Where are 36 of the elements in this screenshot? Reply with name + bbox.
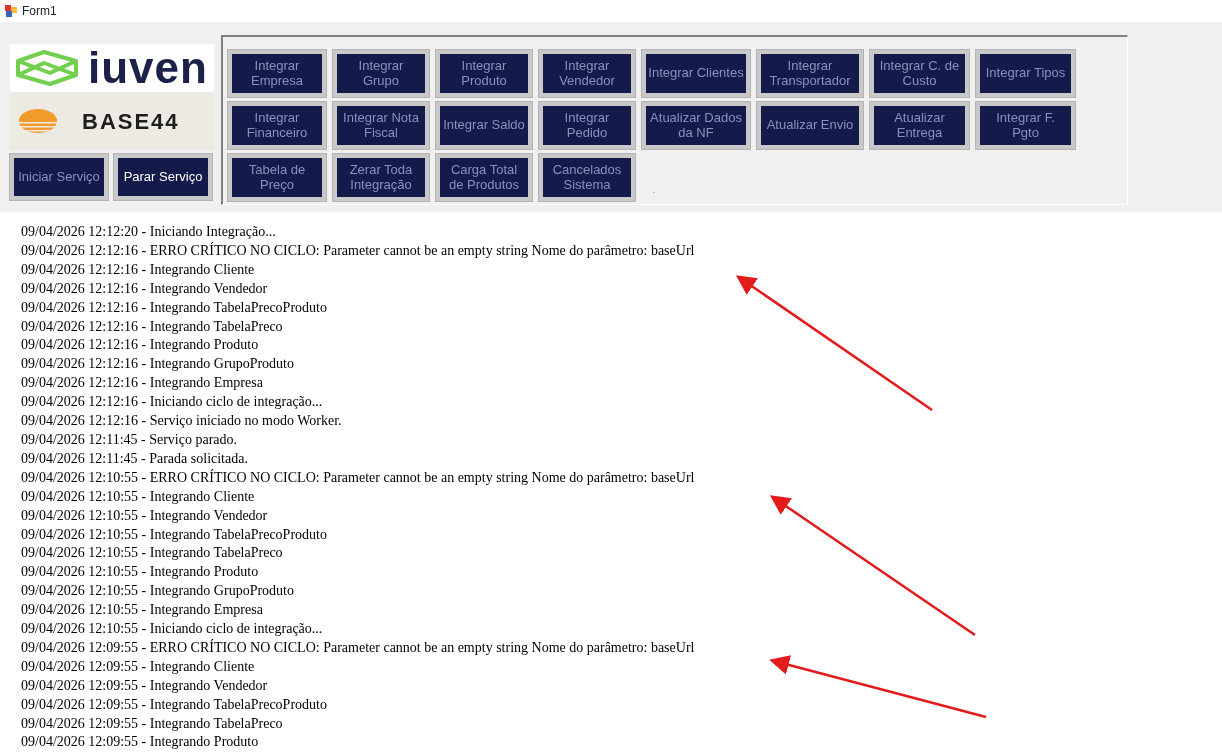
log-line: 09/04/2026 12:10:55 - Integrando TabelaPrecoProduto [21, 525, 328, 544]
logo-icon [14, 49, 80, 87]
brand-logo-text: iuven [88, 46, 208, 90]
log-line: 09/04/2026 12:11:45 - Serviço parado. [21, 430, 239, 449]
log-line: 09/04/2026 12:09:55 - Integrando TabelaPreco [21, 714, 284, 733]
log-line: 09/04/2026 12:09:55 - ERRO CRÍTICO NO CICLO: Parameter cannot be an empty string Nome do parâmetro: baseUrl [21, 638, 696, 657]
log-line: 09/04/2026 12:10:55 - Integrando Produto [21, 563, 260, 582]
log-line: 09/04/2026 12:10:55 - Integrando TabelaPreco [21, 544, 284, 563]
log-line: 09/04/2026 12:10:55 - Iniciando ciclo de integração... [21, 620, 324, 639]
log-line: 09/04/2026 12:12:16 - Serviço iniciado no modo Worker. [21, 412, 343, 431]
log-line: 09/04/2026 12:09:55 - Integrando Vendedor [21, 676, 269, 695]
log-line: 09/04/2026 12:11:45 - Parada solicitada. [21, 449, 249, 468]
log-line: 09/04/2026 12:12:16 - Iniciando ciclo de integração... [21, 393, 324, 412]
log-line: 09/04/2026 12:12:16 - Integrando Cliente [21, 260, 256, 279]
log-line: 09/04/2026 12:12:16 - Integrando Produto [21, 336, 260, 355]
app-icon [4, 4, 18, 18]
log-line: 09/04/2026 12:09:55 - Integrando Cliente [21, 657, 256, 676]
brand-logo-text: BASE44 [82, 107, 180, 136]
log-line: 09/04/2026 12:10:55 - ERRO CRÍTICO NO CICLO: Parameter cannot be an empty string Nome do parâmetro: baseUrl [21, 468, 696, 487]
log-line: 09/04/2026 12:10:55 - Integrando Empresa [21, 601, 264, 620]
logo-icon [18, 108, 58, 134]
log-line: 09/04/2026 12:12:16 - Integrando TabelaPreco [21, 317, 284, 336]
log-line: 09/04/2026 12:12:16 - Integrando Empresa [21, 374, 264, 393]
log-line: 09/04/2026 12:10:55 - Integrando Cliente [21, 487, 256, 506]
log-line: 09/04/2026 12:09:55 - Integrando Produto [21, 733, 260, 752]
dot-mark: . [653, 185, 656, 197]
log-line: 09/04/2026 12:12:16 - Integrando TabelaPrecoProduto [21, 298, 328, 317]
stop-service-button[interactable]: Parar Serviço [114, 154, 212, 200]
window-title: Form1 [22, 3, 57, 20]
log-line: 09/04/2026 12:10:55 - Integrando GrupoProduto [21, 582, 295, 601]
log-line: 09/04/2026 12:12:16 - ERRO CRÍTICO NO CICLO: Parameter cannot be an empty string Nome do parâmetro: baseUrl [21, 241, 696, 260]
log-line: 09/04/2026 12:12:16 - Integrando GrupoProduto [21, 355, 295, 374]
log-line: 09/04/2026 12:10:55 - Integrando Vendedor [21, 506, 269, 525]
log-line: 09/04/2026 12:09:55 - Integrando TabelaPrecoProduto [21, 695, 328, 714]
log-line: 09/04/2026 12:12:16 - Integrando Vendedor [21, 279, 269, 298]
log-line: 09/04/2026 12:12:20 - Iniciando Integração... [21, 223, 277, 241]
